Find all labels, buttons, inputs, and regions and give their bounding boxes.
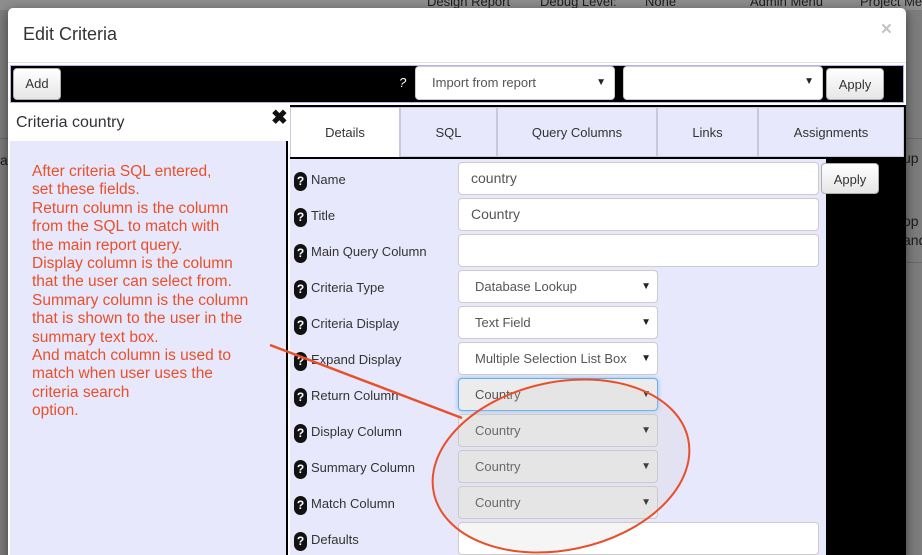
expand-display-row: ? Expand Display Multiple Selection List…	[290, 342, 826, 378]
tab-assignments[interactable]: Assignments	[758, 107, 904, 157]
help-icon[interactable]: ?	[294, 496, 307, 515]
apply-import-button[interactable]: Apply	[826, 68, 884, 100]
defaults-input[interactable]	[458, 522, 819, 555]
note-line: option.	[32, 402, 79, 420]
chevron-down-icon: ▼	[639, 487, 651, 518]
criteria-type-value: Database Lookup	[475, 279, 577, 294]
help-icon[interactable]: ?	[294, 244, 307, 263]
help-icon[interactable]: ?	[294, 352, 307, 371]
bg-divider	[906, 262, 922, 263]
note-line: Summary column is the column	[32, 291, 249, 309]
chevron-down-icon: ▼	[804, 76, 814, 87]
help-icon[interactable]: ?	[294, 532, 307, 551]
tab-sql[interactable]: SQL	[400, 107, 497, 157]
remove-criteria-icon[interactable]: ✖	[271, 105, 288, 130]
match-column-label: Match Column	[311, 496, 395, 511]
note-line: criteria search	[32, 383, 130, 401]
tab-details[interactable]: Details	[290, 107, 400, 157]
import-from-report-select[interactable]: Import from report ▼	[415, 66, 615, 100]
note-line: that the user can select from.	[32, 273, 232, 291]
chevron-down-icon: ▼	[639, 379, 651, 410]
return-column-row: ? Return Column Country ▼	[290, 378, 826, 414]
match-column-select[interactable]: Country ▼	[458, 486, 658, 519]
criteria-display-value: Text Field	[475, 315, 531, 330]
name-input[interactable]: country	[458, 162, 819, 195]
defaults-row: ? Defaults	[290, 522, 826, 555]
display-column-row: ? Display Column Country ▼	[290, 414, 826, 450]
expand-display-select[interactable]: Multiple Selection List Box ▼	[458, 342, 658, 375]
return-column-label: Return Column	[311, 388, 399, 403]
title-input[interactable]: Country	[458, 198, 819, 231]
help-icon[interactable]: ?	[294, 316, 307, 335]
note-line: Display column is the column	[32, 255, 233, 273]
criteria-item[interactable]: Criteria country ✖	[10, 105, 288, 141]
report-select[interactable]: ▼	[623, 66, 823, 100]
criteria-details-form: ? Name country ? Title Country ? Main Qu…	[290, 159, 826, 555]
note-line: match when user uses the	[32, 365, 213, 383]
chevron-down-icon: ▼	[639, 343, 651, 374]
note-line: Return column is the column	[32, 199, 229, 217]
display-column-label: Display Column	[311, 424, 403, 439]
chevron-down-icon: ▼	[639, 451, 651, 482]
modal-title: Edit Criteria	[23, 24, 118, 44]
criteria-type-select[interactable]: Database Lookup ▼	[458, 270, 658, 303]
note-line: After criteria SQL entered,	[32, 163, 212, 180]
criteria-list-panel: Criteria country ✖ After criteria SQL en…	[10, 105, 288, 555]
modal-header: Edit Criteria ×	[8, 8, 906, 63]
criteria-tabs: Details SQL Query Columns Links Assignme…	[290, 107, 904, 157]
help-icon[interactable]: ?	[294, 460, 307, 479]
name-label: Name	[311, 172, 346, 187]
chevron-down-icon: ▼	[639, 271, 651, 302]
match-column-value: Country	[475, 495, 521, 510]
display-column-value: Country	[475, 423, 521, 438]
name-row: ? Name country	[290, 162, 826, 198]
help-icon[interactable]: ?	[294, 172, 307, 191]
help-icon[interactable]: ?	[294, 208, 307, 227]
tab-query-columns[interactable]: Query Columns	[497, 107, 657, 157]
note-line: And match column is used to	[32, 347, 232, 365]
criteria-toolbar: Add ? Import from report ▼ ▼ Apply	[10, 65, 904, 103]
defaults-label: Defaults	[311, 532, 359, 547]
criteria-type-row: ? Criteria Type Database Lookup ▼	[290, 270, 826, 306]
chevron-down-icon: ▼	[639, 415, 651, 446]
title-row: ? Title Country	[290, 198, 826, 234]
main-query-column-row: ? Main Query Column	[290, 234, 826, 270]
display-column-select[interactable]: Country ▼	[458, 414, 658, 447]
note-line: that is shown to the user in the	[32, 310, 243, 328]
note-line: from the SQL to match with	[32, 218, 220, 236]
note-line: the main report query.	[32, 236, 183, 254]
summary-column-label: Summary Column	[311, 460, 416, 475]
help-icon[interactable]: ?	[399, 75, 406, 90]
note-line: set these fields.	[32, 181, 140, 199]
import-select-value: Import from report	[432, 75, 537, 90]
help-icon[interactable]: ?	[294, 388, 307, 407]
title-label: Title	[311, 208, 336, 223]
instruction-note: After criteria SQL entered, set these fi…	[32, 163, 292, 421]
close-icon[interactable]: ×	[881, 20, 892, 39]
help-icon[interactable]: ?	[294, 280, 307, 299]
criteria-display-row: ? Criteria Display Text Field ▼	[290, 306, 826, 342]
criteria-display-select[interactable]: Text Field ▼	[458, 306, 658, 339]
criteria-display-label: Criteria Display	[311, 316, 400, 331]
summary-column-select[interactable]: Country ▼	[458, 450, 658, 483]
main-query-column-input[interactable]	[458, 234, 819, 267]
expand-display-value: Multiple Selection List Box	[475, 351, 627, 366]
criteria-type-label: Criteria Type	[311, 280, 385, 295]
match-column-row: ? Match Column Country ▼	[290, 486, 826, 522]
note-line: summary text box.	[32, 328, 159, 346]
help-icon[interactable]: ?	[294, 424, 307, 443]
expand-display-label: Expand Display	[311, 352, 402, 367]
summary-column-value: Country	[475, 459, 521, 474]
apply-details-button[interactable]: Apply	[821, 163, 879, 194]
return-column-value: Country	[475, 387, 521, 402]
bg-divider	[906, 138, 922, 139]
chevron-down-icon: ▼	[639, 307, 651, 338]
main-query-column-label: Main Query Column	[311, 244, 427, 259]
summary-column-row: ? Summary Column Country ▼	[290, 450, 826, 486]
tab-links[interactable]: Links	[657, 107, 758, 157]
return-column-select[interactable]: Country ▼	[458, 378, 658, 411]
chevron-down-icon: ▼	[596, 77, 606, 88]
add-button[interactable]: Add	[13, 68, 61, 100]
criteria-item-title: Criteria country	[16, 114, 125, 131]
